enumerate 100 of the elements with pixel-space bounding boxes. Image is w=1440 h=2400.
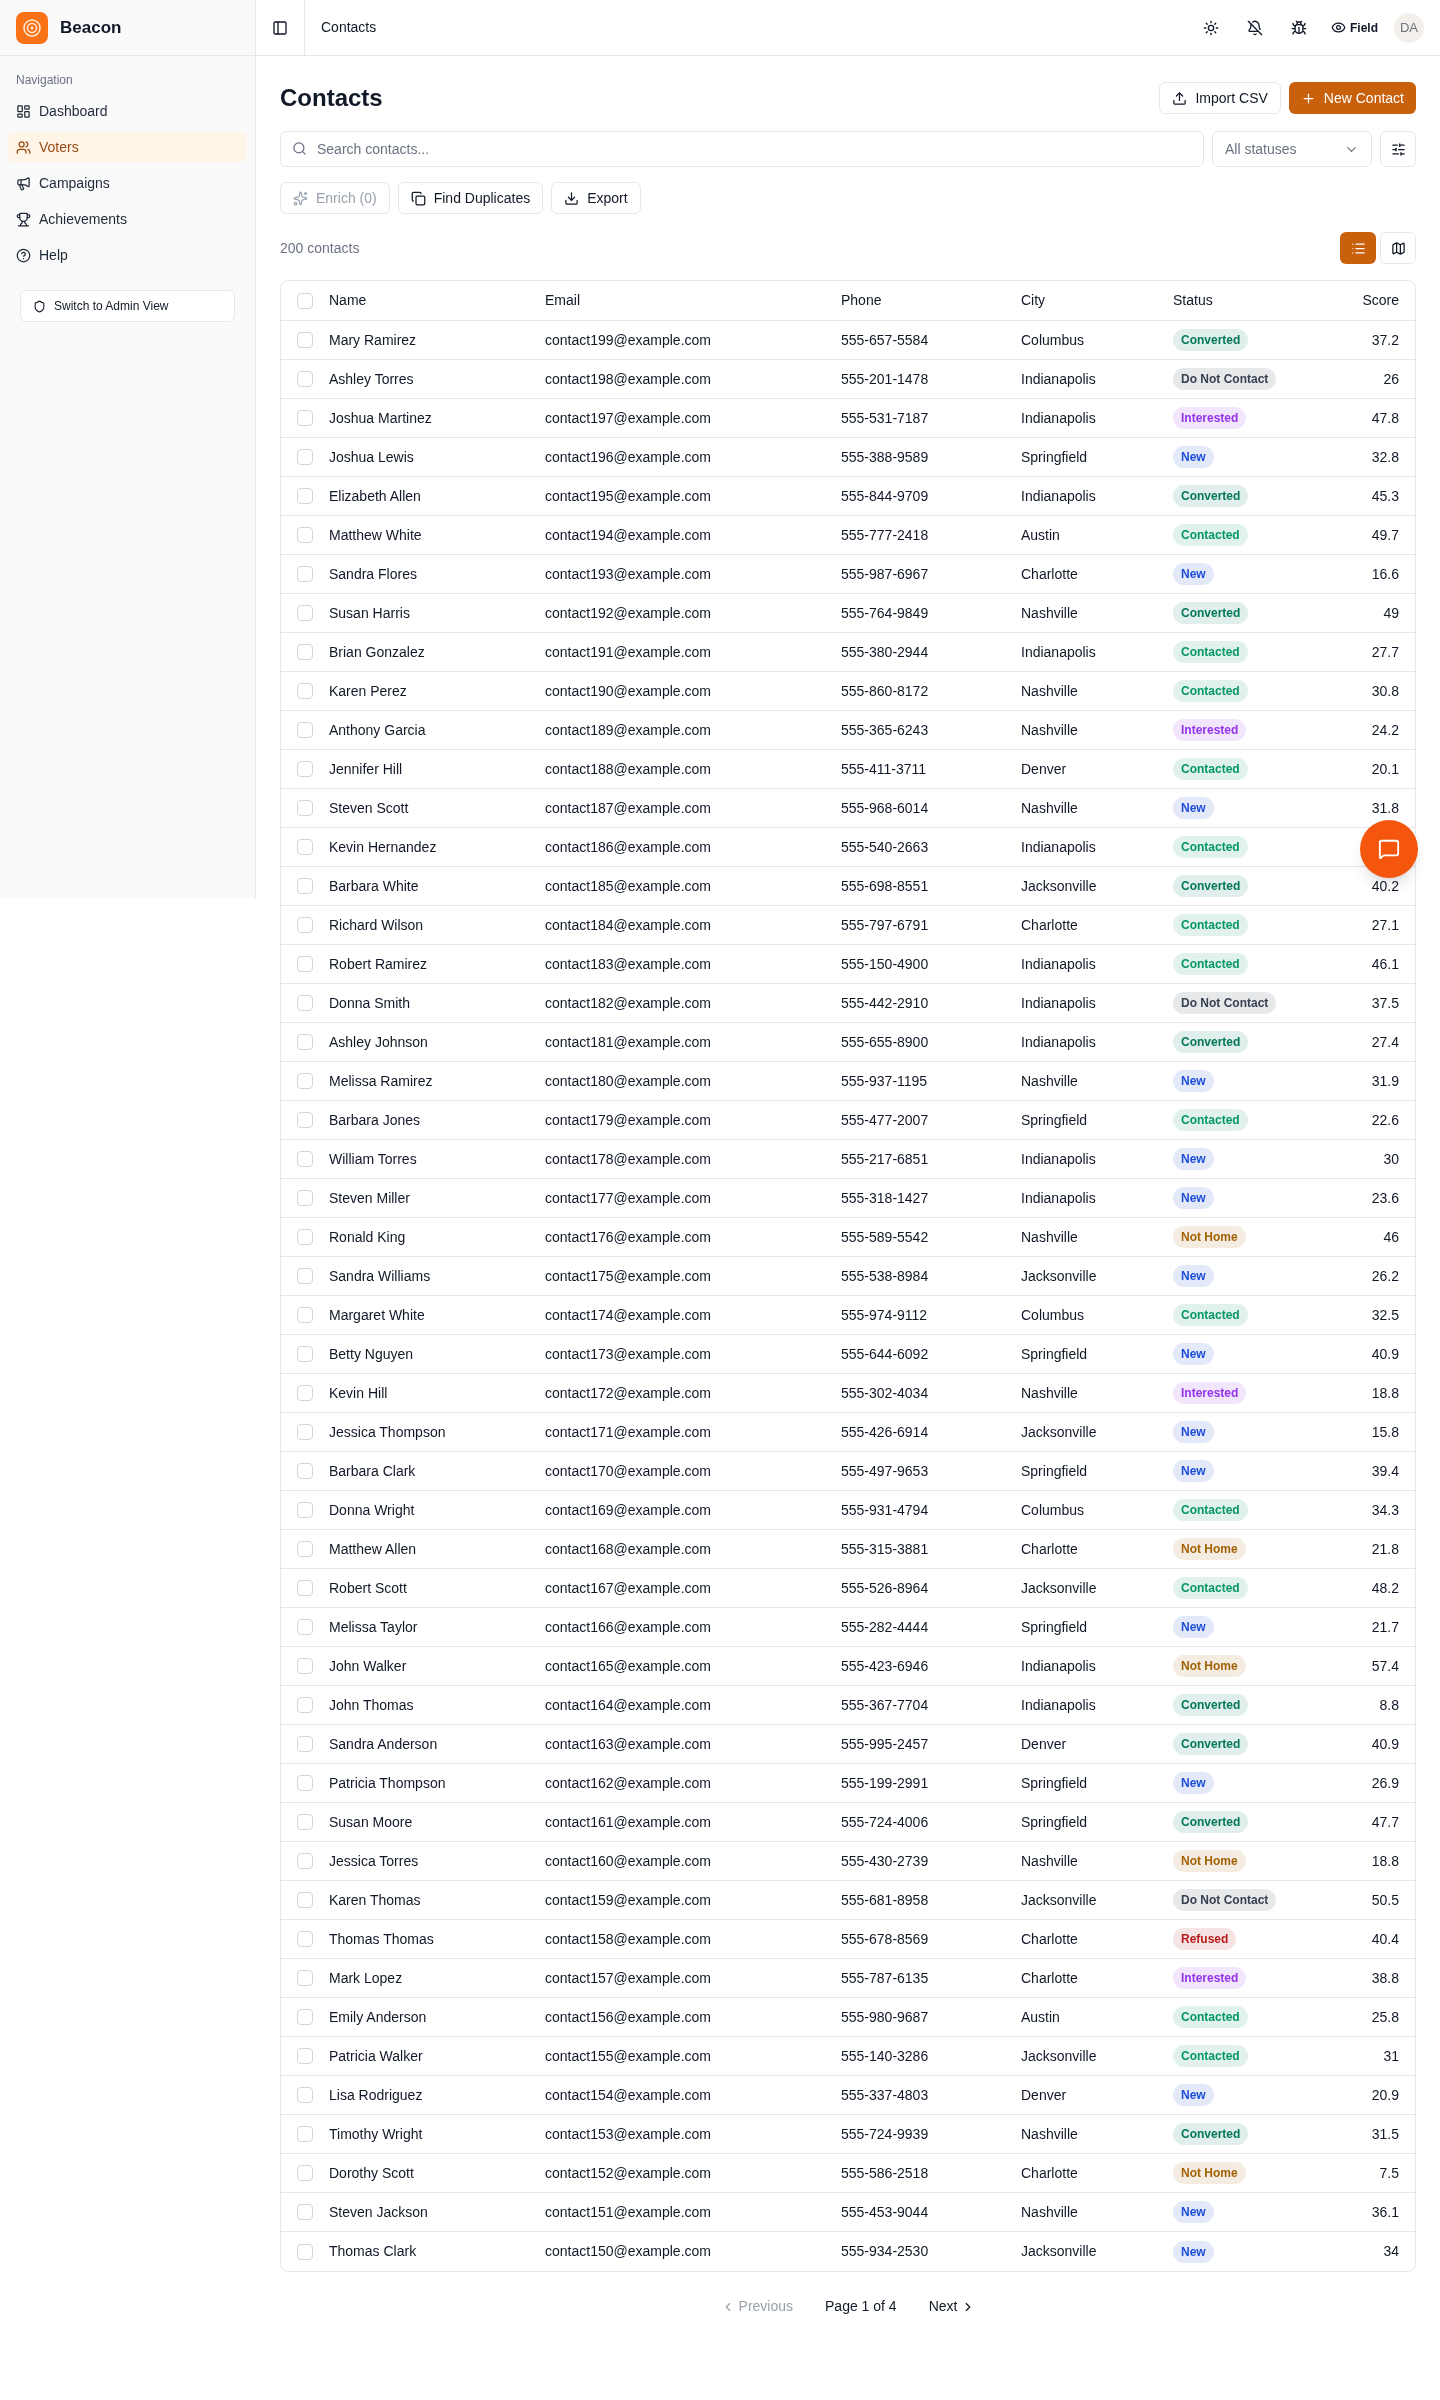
row-checkbox[interactable] bbox=[297, 410, 313, 426]
admin-view-button[interactable]: Switch to Admin View bbox=[20, 290, 235, 322]
row-checkbox[interactable] bbox=[297, 1892, 313, 1908]
row-checkbox[interactable] bbox=[297, 1385, 313, 1401]
row-checkbox[interactable] bbox=[297, 488, 313, 504]
row-checkbox[interactable] bbox=[297, 449, 313, 465]
row-checkbox[interactable] bbox=[297, 1775, 313, 1791]
row-checkbox[interactable] bbox=[297, 292, 313, 309]
row-checkbox[interactable] bbox=[297, 2243, 313, 2260]
column-header: Email bbox=[545, 291, 581, 310]
row-checkbox[interactable] bbox=[297, 1073, 313, 1089]
nav-item[interactable]: Help bbox=[8, 240, 247, 270]
name-cell-text: Steven Jackson bbox=[329, 2202, 429, 2222]
row-checkbox[interactable] bbox=[297, 1658, 313, 1674]
row-checkbox[interactable] bbox=[297, 2204, 313, 2220]
row-checkbox[interactable] bbox=[297, 566, 313, 582]
email-cell-text: contact150@example.com bbox=[545, 2242, 712, 2261]
phone-cell-text: 555-777-2418 bbox=[841, 525, 930, 545]
row-checkbox[interactable] bbox=[297, 839, 313, 855]
row-checkbox[interactable] bbox=[297, 2087, 313, 2103]
row-checkbox[interactable] bbox=[297, 1853, 313, 1869]
row-checkbox[interactable] bbox=[297, 956, 313, 972]
nav-item[interactable]: Campaigns bbox=[8, 168, 247, 198]
row-checkbox[interactable] bbox=[297, 371, 313, 387]
next-page-button[interactable]: Next bbox=[928, 2296, 976, 2317]
export-button[interactable]: Export bbox=[551, 182, 641, 214]
score-cell-text: 31.9 bbox=[1371, 1071, 1399, 1091]
row-checkbox[interactable] bbox=[297, 605, 313, 621]
row-checkbox[interactable] bbox=[297, 683, 313, 699]
row-checkbox[interactable] bbox=[297, 1814, 313, 1830]
email-cell-text: contact179@example.com bbox=[545, 1110, 712, 1130]
row-checkbox[interactable] bbox=[297, 644, 313, 660]
field-view-button[interactable]: Field bbox=[1331, 18, 1378, 37]
status-tag: Contacted bbox=[1173, 680, 1248, 702]
row-checkbox[interactable] bbox=[297, 1190, 313, 1206]
nav-item[interactable]: Voters bbox=[8, 132, 247, 162]
row-checkbox[interactable] bbox=[297, 722, 313, 738]
email-cell-text: contact165@example.com bbox=[545, 1656, 712, 1676]
status-tag: New bbox=[1173, 1187, 1214, 1209]
help-icon bbox=[16, 247, 31, 263]
row-checkbox[interactable] bbox=[297, 995, 313, 1011]
view-toggle-button[interactable] bbox=[1380, 232, 1416, 264]
name-cell-text: Joshua Martinez bbox=[329, 408, 433, 428]
row-checkbox[interactable] bbox=[297, 1229, 313, 1245]
name-cell-text: William Torres bbox=[329, 1149, 418, 1169]
row-checkbox[interactable] bbox=[297, 2165, 313, 2181]
row-checkbox[interactable] bbox=[297, 2009, 313, 2025]
status-tag: Do Not Contact bbox=[1173, 368, 1277, 390]
list-icon bbox=[1350, 240, 1366, 256]
row-checkbox[interactable] bbox=[297, 878, 313, 894]
name-cell-text: Sandra Flores bbox=[329, 564, 418, 584]
score-cell-text: 46 bbox=[1383, 1227, 1399, 1247]
phone-cell-text: 555-724-4006 bbox=[841, 1812, 930, 1832]
name-cell-text: Barbara Clark bbox=[329, 1461, 417, 1481]
row-checkbox[interactable] bbox=[297, 1268, 313, 1284]
email-cell-text: contact151@example.com bbox=[545, 2202, 712, 2222]
row-checkbox[interactable] bbox=[297, 1424, 313, 1440]
new-contact-button[interactable]: New Contact bbox=[1288, 82, 1416, 114]
view-toggle-button[interactable] bbox=[1340, 232, 1376, 264]
nav-item[interactable]: Achievements bbox=[8, 204, 247, 234]
search-field[interactable]: Search contacts... bbox=[280, 131, 1204, 167]
row-checkbox[interactable] bbox=[297, 2126, 313, 2142]
row-checkbox[interactable] bbox=[297, 1307, 313, 1323]
filter-settings-button[interactable] bbox=[1380, 131, 1416, 167]
row-checkbox[interactable] bbox=[297, 1736, 313, 1752]
row-checkbox[interactable] bbox=[297, 1112, 313, 1128]
row-checkbox[interactable] bbox=[297, 1931, 313, 1947]
user-avatar[interactable]: DA bbox=[1394, 12, 1424, 43]
email-cell-text: contact193@example.com bbox=[545, 564, 712, 584]
bug-icon[interactable] bbox=[1291, 19, 1307, 36]
row-checkbox[interactable] bbox=[297, 761, 313, 777]
row-checkbox[interactable] bbox=[297, 1580, 313, 1596]
status-tag: Not Home bbox=[1173, 1538, 1246, 1560]
row-checkbox[interactable] bbox=[297, 527, 313, 543]
row-checkbox[interactable] bbox=[297, 1463, 313, 1479]
row-checkbox[interactable] bbox=[297, 1970, 313, 1986]
row-checkbox[interactable] bbox=[297, 800, 313, 816]
chat-icon bbox=[1378, 838, 1400, 860]
row-checkbox[interactable] bbox=[297, 1034, 313, 1050]
sidebar-toggle-icon[interactable] bbox=[272, 19, 288, 36]
dashboard-icon bbox=[16, 103, 31, 119]
chat-button[interactable] bbox=[1360, 820, 1418, 878]
row-checkbox[interactable] bbox=[297, 1346, 313, 1362]
row-checkbox[interactable] bbox=[297, 1541, 313, 1557]
status-tag: Interested bbox=[1173, 1967, 1247, 1989]
nav-item[interactable]: Dashboard bbox=[8, 96, 247, 126]
sun-icon[interactable] bbox=[1203, 19, 1219, 36]
import-csv-button[interactable]: Import CSV bbox=[1159, 82, 1281, 114]
row-checkbox[interactable] bbox=[297, 332, 313, 348]
row-checkbox[interactable] bbox=[297, 1502, 313, 1518]
name-cell-text: Karen Thomas bbox=[329, 1890, 422, 1910]
muted-bell-icon[interactable] bbox=[1247, 19, 1263, 36]
row-checkbox[interactable] bbox=[297, 2048, 313, 2064]
row-checkbox[interactable] bbox=[297, 1619, 313, 1635]
row-checkbox[interactable] bbox=[297, 917, 313, 933]
status-filter-dropdown[interactable]: All statuses bbox=[1212, 131, 1372, 167]
row-checkbox[interactable] bbox=[297, 1151, 313, 1167]
row-checkbox[interactable] bbox=[297, 1697, 313, 1713]
plus-icon bbox=[1300, 90, 1316, 106]
find-duplicates-button[interactable]: Find Duplicates bbox=[397, 182, 544, 214]
